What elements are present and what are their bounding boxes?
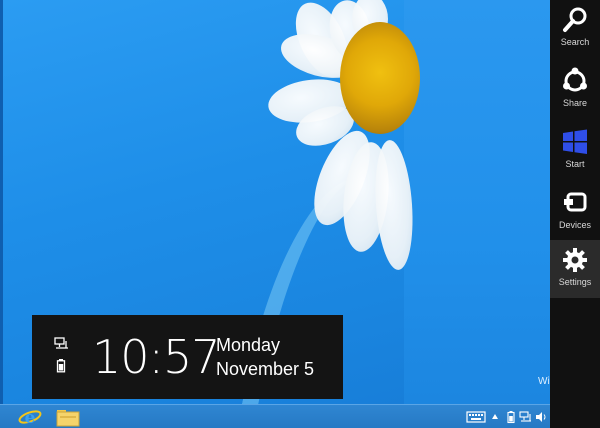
charm-search[interactable]: Search	[550, 0, 600, 60]
volume-icon[interactable]	[535, 409, 547, 425]
chevron-up-icon[interactable]	[491, 409, 499, 425]
screen-edge	[0, 0, 3, 404]
clock-time: 10:57	[92, 330, 221, 384]
network-icon[interactable]	[519, 409, 533, 425]
file-explorer-icon	[56, 410, 80, 427]
date-time-overlay: 10:57 Monday November 5	[32, 315, 343, 399]
taskbar-file-explorer[interactable]	[54, 406, 82, 428]
gear-icon	[563, 248, 587, 272]
status-icons	[54, 337, 70, 373]
battery-icon[interactable]	[506, 409, 516, 425]
charm-label: Settings	[558, 277, 592, 287]
internet-explorer-icon: e	[18, 408, 42, 428]
flower-center	[340, 22, 420, 134]
charm-label: Search	[560, 37, 590, 47]
taskbar-internet-explorer[interactable]: e	[16, 406, 44, 428]
clock-day: Monday	[216, 335, 281, 355]
charm-settings[interactable]: Settings	[550, 240, 600, 298]
keyboard-icon[interactable]	[466, 409, 486, 425]
charm-label: Start	[565, 159, 585, 169]
windows-logo-icon	[563, 129, 587, 154]
search-icon	[563, 7, 587, 32]
taskbar: e	[0, 404, 550, 428]
clock-date: November 5	[216, 359, 315, 379]
charm-label: Share	[562, 98, 588, 108]
charms-bar: Search Share Start Devices Settings	[550, 0, 600, 428]
devices-icon	[564, 192, 587, 212]
share-icon	[563, 67, 587, 92]
desktop-watermark-text: Wi	[538, 376, 550, 387]
charm-label: Devices	[558, 220, 591, 230]
svg-text:e: e	[25, 408, 36, 428]
battery-icon	[56, 359, 66, 373]
charm-share[interactable]: Share	[550, 61, 600, 121]
charm-start[interactable]: Start	[550, 122, 600, 182]
network-icon	[54, 337, 68, 349]
charm-devices[interactable]: Devices	[550, 183, 600, 243]
wallpaper-right-panel	[404, 0, 550, 404]
